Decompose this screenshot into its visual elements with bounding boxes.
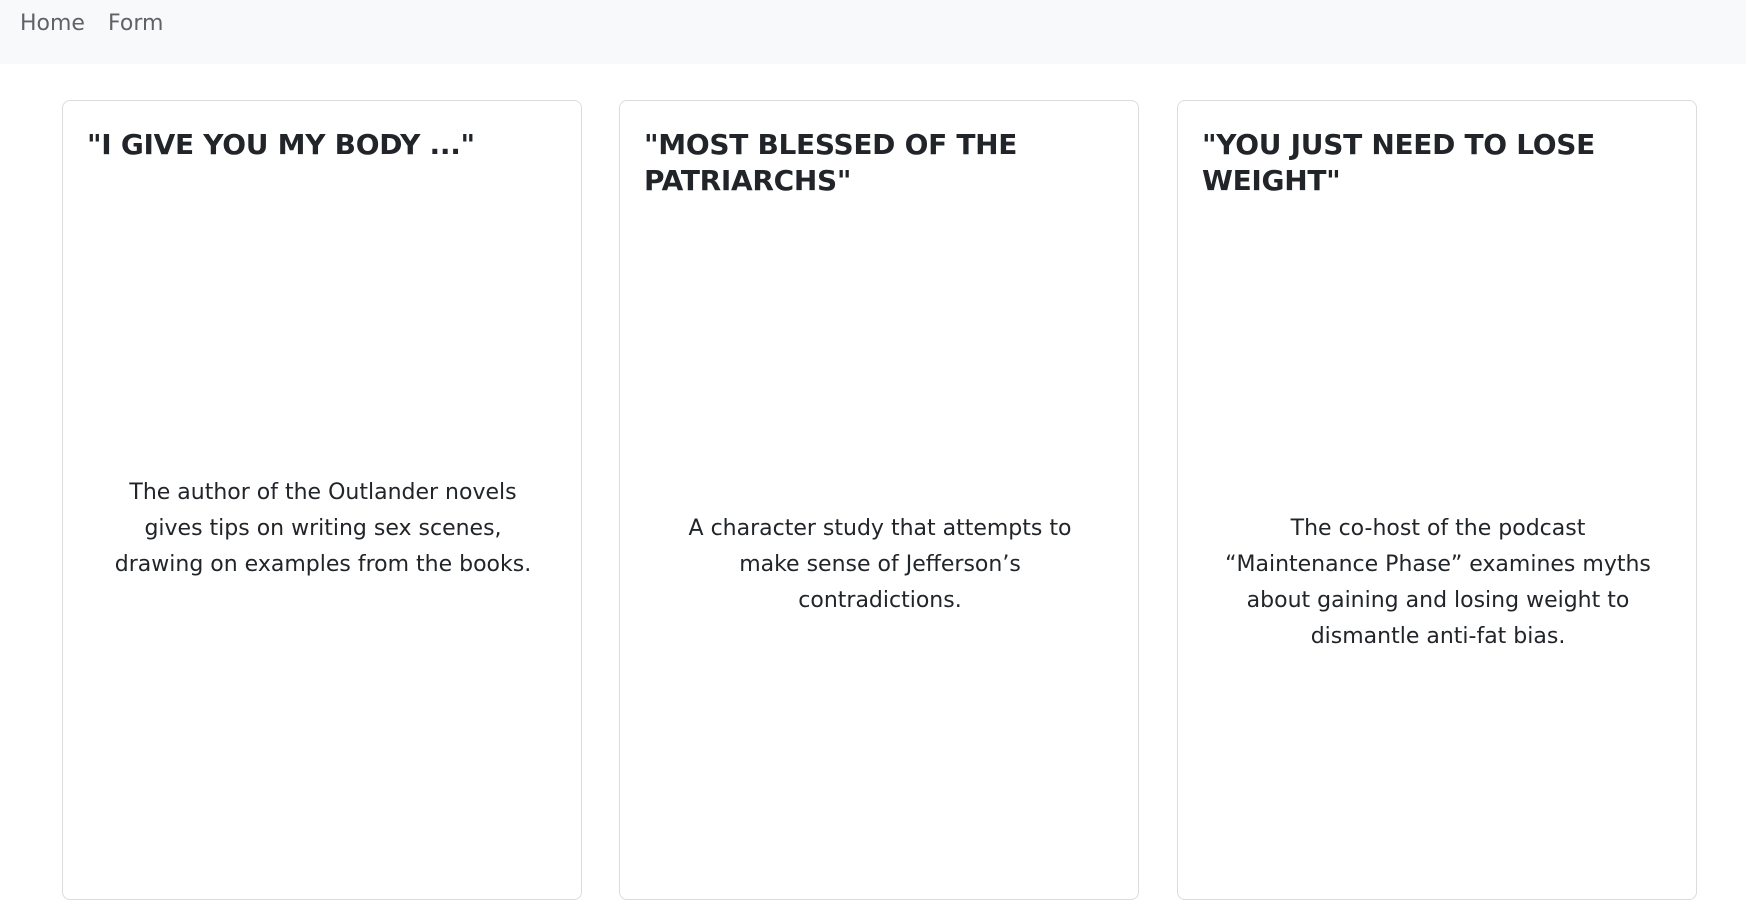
navbar: Home Form <box>0 0 1746 64</box>
card-description: The author of the Outlander novels gives… <box>114 480 532 577</box>
card-title: "YOU JUST NEED TO LOSE WEIGHT" <box>1202 128 1595 197</box>
card-title: "MOST BLESSED OF THE PATRIARCHS" <box>644 128 1018 197</box>
book-card: "YOU JUST NEED TO LOSE WEIGHT" The co-ho… <box>1177 100 1697 900</box>
nav-link-form[interactable]: Form <box>108 10 163 38</box>
card-description: A character study that attempts to make … <box>688 516 1072 613</box>
book-card: "I GIVE YOU MY BODY ..." The author of t… <box>62 100 582 900</box>
card-description: The co-host of the podcast “Maintenance … <box>1225 516 1651 649</box>
card-title: "I GIVE YOU MY BODY ..." <box>87 128 475 161</box>
book-card: "MOST BLESSED OF THE PATRIARCHS" A chara… <box>619 100 1139 900</box>
nav-link-home[interactable]: Home <box>20 10 85 38</box>
